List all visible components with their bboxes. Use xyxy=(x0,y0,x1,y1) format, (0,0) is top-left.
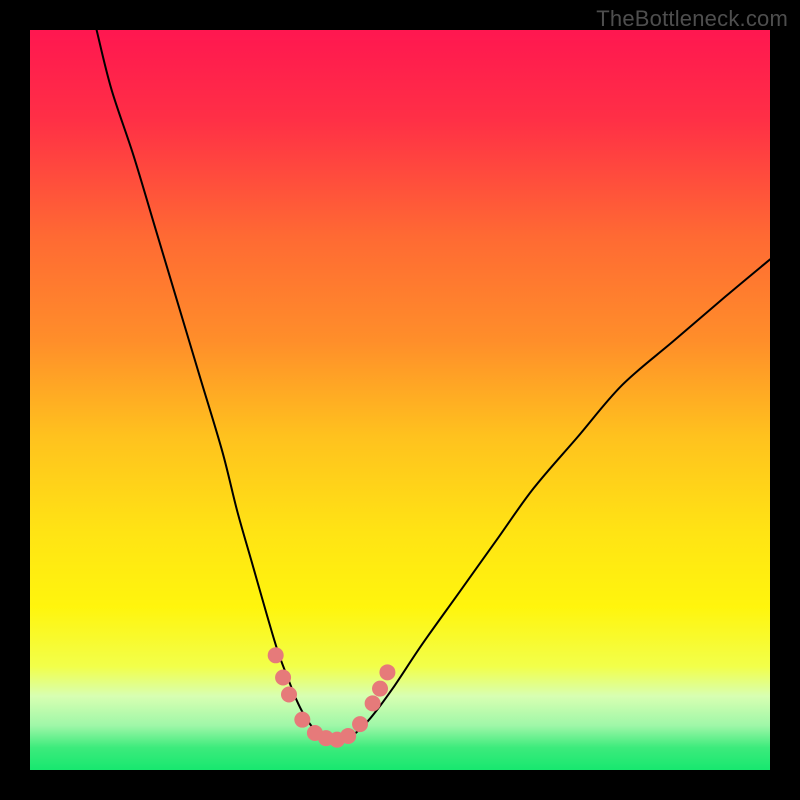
chart-frame: TheBottleneck.com xyxy=(0,0,800,800)
curve-marker xyxy=(268,647,284,663)
chart-overlay xyxy=(30,30,770,770)
curve-markers xyxy=(268,647,396,747)
curve-marker xyxy=(340,728,356,744)
curve-marker xyxy=(294,712,310,728)
plot-area xyxy=(30,30,770,770)
bottleneck-curve xyxy=(97,30,770,741)
curve-marker xyxy=(365,695,381,711)
curve-marker xyxy=(275,670,291,686)
curve-marker xyxy=(379,664,395,680)
curve-marker xyxy=(372,681,388,697)
watermark-text: TheBottleneck.com xyxy=(596,6,788,32)
curve-marker xyxy=(281,687,297,703)
curve-marker xyxy=(352,716,368,732)
